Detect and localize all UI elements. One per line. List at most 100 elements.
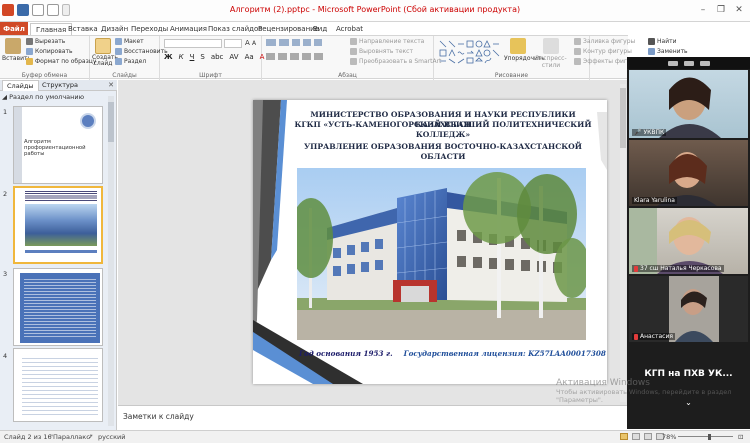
tab-animation[interactable]: Анимация bbox=[170, 23, 207, 35]
align-right-icon[interactable] bbox=[290, 53, 299, 60]
quick-styles-button[interactable]: Экспресс-стили bbox=[534, 38, 568, 69]
activation-title: Активация Windows bbox=[556, 378, 650, 388]
tab-home[interactable]: Главная bbox=[30, 23, 73, 35]
bullets-icon[interactable] bbox=[266, 39, 276, 46]
tab-outline[interactable]: Структура bbox=[38, 80, 82, 91]
activation-line2: Чтобы активировать Windows, перейдите в … bbox=[556, 388, 732, 396]
grid-icon[interactable] bbox=[683, 60, 694, 66]
layout-button[interactable]: Макет bbox=[115, 38, 144, 45]
tab-view[interactable]: Вид bbox=[313, 23, 327, 35]
smartart-button[interactable]: Преобразовать в SmartArt bbox=[350, 58, 441, 65]
justify-icon[interactable] bbox=[302, 53, 311, 60]
decrease-indent-icon[interactable] bbox=[292, 39, 300, 46]
participant-tile-4[interactable]: Анастасия bbox=[629, 276, 748, 342]
slides-scrollbar[interactable] bbox=[108, 96, 114, 426]
participant-tile-2[interactable]: Klara Yarulina bbox=[629, 140, 748, 206]
shrink-font-icon[interactable]: A bbox=[252, 40, 256, 47]
zoom-level[interactable]: 78% bbox=[662, 433, 676, 441]
line-spacing-icon[interactable] bbox=[314, 39, 322, 46]
slide-thumbnail-3[interactable] bbox=[13, 268, 103, 346]
slide-thumbnail-1[interactable]: Алгоритм профориентационной работы bbox=[13, 106, 103, 184]
grow-font-icon[interactable]: A bbox=[245, 39, 250, 47]
increase-indent-icon[interactable] bbox=[303, 39, 311, 46]
mic-icon: 🎤 bbox=[634, 129, 642, 136]
pin-icon[interactable] bbox=[699, 60, 710, 66]
video-panel-toolbar bbox=[627, 57, 750, 69]
tab-review[interactable]: Рецензирование bbox=[258, 23, 319, 35]
spellcheck-icon[interactable]: ✓ bbox=[88, 433, 93, 441]
replace-button[interactable]: Заменить bbox=[648, 48, 688, 55]
paste-button[interactable]: Вставить bbox=[2, 38, 31, 62]
minimize-icon[interactable]: – bbox=[696, 4, 710, 16]
text-direction-label: Направление текста bbox=[359, 38, 425, 45]
thumb-accent bbox=[14, 107, 22, 183]
strikethrough-icon[interactable]: S bbox=[200, 53, 204, 61]
participant-tile-1[interactable]: 🎤 УКВПК bbox=[629, 70, 748, 138]
tab-acrobat[interactable]: Acrobat bbox=[336, 23, 363, 35]
text-direction-button[interactable]: Направление текста bbox=[350, 38, 424, 45]
current-slide[interactable]: МИНИСТЕРСТВО ОБРАЗОВАНИЯ И НАУКИ РЕСПУБЛ… bbox=[253, 100, 607, 384]
align-text-button[interactable]: Выровнять текст bbox=[350, 48, 413, 55]
close-panel-icon[interactable]: ✕ bbox=[108, 81, 114, 89]
slide-thumbnail-2[interactable] bbox=[13, 186, 103, 264]
slide-thumbnail-4[interactable] bbox=[13, 348, 103, 422]
scrollbar-thumb[interactable] bbox=[108, 102, 114, 142]
brush-icon bbox=[26, 58, 33, 65]
smartart-icon bbox=[350, 58, 357, 65]
tab-slideshow[interactable]: Показ слайдов bbox=[208, 23, 262, 35]
italic-icon[interactable]: К bbox=[179, 53, 184, 61]
new-slide-button[interactable]: Создать слайд bbox=[92, 38, 118, 67]
font-size-select[interactable] bbox=[224, 39, 242, 48]
fit-to-window-icon[interactable]: ⊡ bbox=[738, 433, 743, 441]
editor-scrollbar-thumb[interactable] bbox=[620, 88, 626, 148]
cut-label: Вырезать bbox=[35, 38, 66, 45]
participant-tile-3[interactable]: 37 сш Наталья Черкасова bbox=[629, 208, 748, 274]
section-button[interactable]: Раздел bbox=[115, 58, 146, 65]
tab-transitions[interactable]: Переходы bbox=[131, 23, 168, 35]
copy-label: Копировать bbox=[35, 48, 73, 55]
effects-icon bbox=[574, 58, 581, 65]
editing-group: Найти Заменить bbox=[590, 36, 688, 80]
find-button[interactable]: Найти bbox=[648, 38, 676, 45]
tab-file[interactable]: Файл bbox=[0, 22, 28, 36]
shapes-gallery[interactable] bbox=[438, 39, 502, 65]
zoom-slider-thumb[interactable] bbox=[708, 434, 711, 440]
numbering-icon[interactable] bbox=[279, 39, 289, 46]
reading-view-icon[interactable] bbox=[644, 433, 652, 440]
view-toggle-icon[interactable] bbox=[667, 60, 678, 66]
align-text-label: Выровнять текст bbox=[359, 48, 413, 55]
zoom-slider[interactable] bbox=[678, 434, 733, 440]
section-header[interactable]: ◢ Раздел по умолчанию bbox=[2, 93, 84, 101]
align-center-icon[interactable] bbox=[278, 53, 287, 60]
slides-panel: Слайды Структура ✕ ◢ Раздел по умолчанию… bbox=[0, 80, 117, 430]
arrange-button[interactable]: Упорядочить bbox=[504, 38, 545, 62]
thumb-text-lines bbox=[22, 355, 98, 417]
bold-icon[interactable]: Ж bbox=[164, 53, 173, 61]
copy-button[interactable]: Копировать bbox=[26, 48, 72, 55]
underline-icon[interactable]: Ч bbox=[190, 53, 195, 61]
font-name-select[interactable] bbox=[164, 39, 222, 48]
language-indicator[interactable]: русский bbox=[98, 433, 126, 441]
char-spacing-icon[interactable]: AV bbox=[229, 53, 238, 61]
section-label: Раздел bbox=[124, 58, 147, 65]
align-left-icon[interactable] bbox=[266, 53, 275, 60]
notes-pane[interactable]: Заметки к слайду bbox=[118, 405, 628, 430]
slide-sorter-icon[interactable] bbox=[632, 433, 640, 440]
close-icon[interactable]: ✕ bbox=[732, 4, 746, 16]
normal-view-icon[interactable] bbox=[620, 433, 628, 440]
format-painter-button[interactable]: Формат по образцу bbox=[26, 58, 96, 65]
maximize-icon[interactable]: ❐ bbox=[714, 4, 728, 16]
view-buttons bbox=[620, 433, 664, 440]
font-group: A A Ж К Ч S abc AV Aa A Шрифт bbox=[160, 36, 264, 80]
change-case-icon[interactable]: Aa bbox=[245, 53, 254, 61]
columns-icon[interactable] bbox=[314, 53, 323, 60]
tab-design[interactable]: Дизайн bbox=[101, 23, 128, 35]
mic-muted-icon bbox=[634, 333, 638, 340]
tab-slides[interactable]: Слайды bbox=[2, 80, 39, 91]
tab-insert[interactable]: Вставка bbox=[68, 23, 98, 35]
editor-scrollbar[interactable] bbox=[620, 84, 626, 402]
shadow-icon[interactable]: abc bbox=[211, 53, 224, 61]
slides-group-label: Слайды bbox=[112, 72, 137, 79]
theme-name: "Параллакс" bbox=[50, 433, 93, 441]
cut-button[interactable]: Вырезать bbox=[26, 38, 65, 45]
